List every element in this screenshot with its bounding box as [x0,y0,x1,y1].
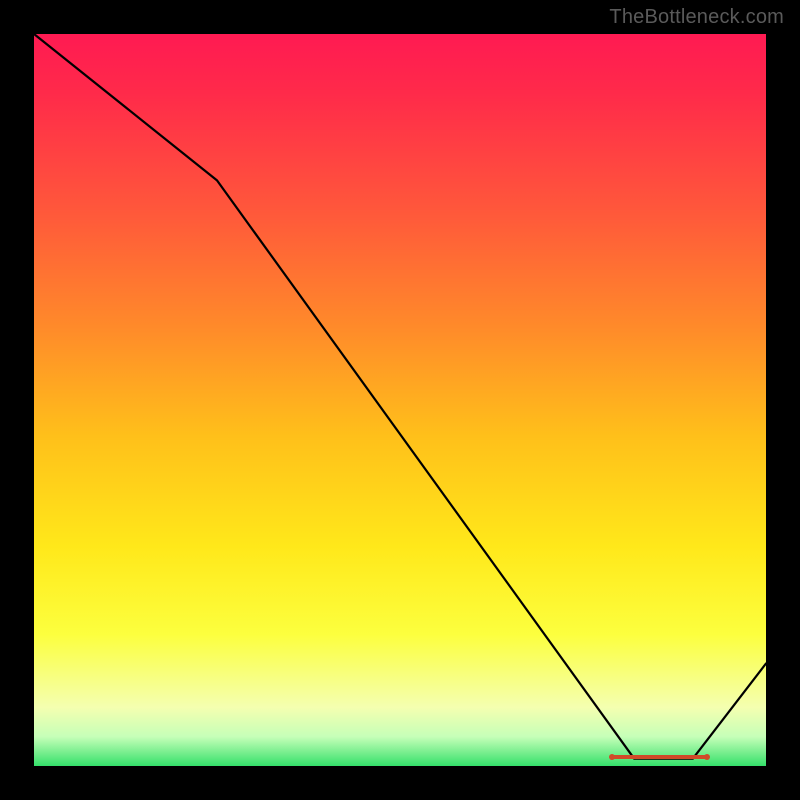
optimal-range-marker [612,755,707,759]
chart-line-path [34,34,766,759]
chart-line-svg [34,34,766,766]
attribution-text: TheBottleneck.com [609,6,784,29]
chart-plot-area [34,34,766,766]
